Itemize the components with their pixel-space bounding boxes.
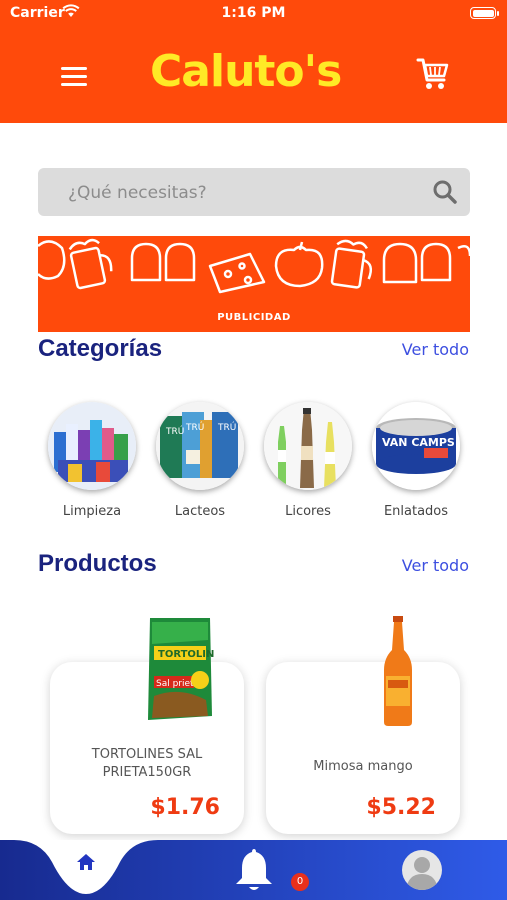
user-avatar-icon — [406, 857, 438, 890]
category-image-limpieza — [48, 402, 136, 490]
category-image-lacteos: TRÚ TRÚ TRÚ — [156, 402, 244, 490]
cart-button[interactable] — [412, 54, 452, 94]
category-licores[interactable]: Licores — [260, 402, 356, 519]
product-name: Mimosa mango — [313, 759, 413, 774]
category-label: Limpieza — [62, 504, 122, 519]
nav-notifications-button[interactable] — [230, 844, 278, 894]
promo-banner[interactable]: PUBLICIDAD — [38, 236, 470, 332]
category-label: Enlatados — [383, 504, 449, 519]
nav-home-button[interactable] — [70, 848, 102, 878]
nav-profile-button[interactable] — [402, 850, 442, 890]
category-image-enlatados: VAN CAMPS — [372, 402, 460, 490]
product-name: TORTOLINES SAL PRIETA150GR — [91, 747, 203, 780]
category-image-licores — [264, 402, 352, 490]
battery-icon — [470, 7, 496, 19]
status-bar: Carrier 1:16 PM — [0, 0, 507, 28]
category-lacteos[interactable]: TRÚ TRÚ TRÚ Lacteos — [152, 402, 248, 519]
category-label: Licores — [285, 504, 331, 519]
menu-button[interactable] — [56, 62, 92, 90]
search-input[interactable] — [66, 180, 410, 206]
svg-text:VAN CAMPS: VAN CAMPS — [382, 436, 455, 449]
category-enlatados[interactable]: VAN CAMPS Enlatados — [368, 402, 464, 519]
svg-text:TORTOLINES: TORTOLINES — [158, 649, 214, 660]
search-bar — [38, 168, 470, 216]
category-limpieza[interactable]: Limpieza — [44, 402, 140, 519]
menu-icon-bar — [61, 83, 87, 86]
clock: 1:16 PM — [221, 5, 286, 21]
categories-see-all-link[interactable]: Ver todo — [402, 340, 469, 359]
product-price: $1.76 — [150, 795, 220, 820]
products-see-all-link[interactable]: Ver todo — [402, 556, 469, 575]
home-icon — [77, 854, 95, 870]
search-icon[interactable] — [432, 179, 458, 205]
categories-title: Categorías — [38, 335, 163, 362]
battery-tip — [497, 11, 499, 16]
shopping-cart-icon — [416, 58, 449, 89]
menu-icon-bar — [61, 75, 87, 78]
product-price: $5.22 — [366, 795, 436, 820]
products-title: Productos — [38, 550, 157, 577]
banner-label: PUBLICIDAD — [217, 312, 291, 323]
svg-text:TRÚ: TRÚ — [217, 421, 236, 433]
product-image-tortolines: TORTOLINES Sal prieta — [146, 616, 228, 728]
notification-badge: 0 — [291, 873, 309, 891]
product-image-mimosa — [380, 616, 416, 732]
svg-text:TRÚ: TRÚ — [185, 421, 204, 433]
svg-text:TRÚ: TRÚ — [165, 425, 184, 437]
bell-icon — [236, 849, 272, 890]
menu-icon-bar — [61, 67, 87, 70]
product-card-mimosa[interactable]: Mimosa mango $5.22 — [266, 662, 460, 834]
category-label: Lacteos — [174, 504, 226, 519]
bottom-navigation: 0 — [0, 840, 507, 900]
app-logo: Caluto's — [150, 46, 342, 97]
